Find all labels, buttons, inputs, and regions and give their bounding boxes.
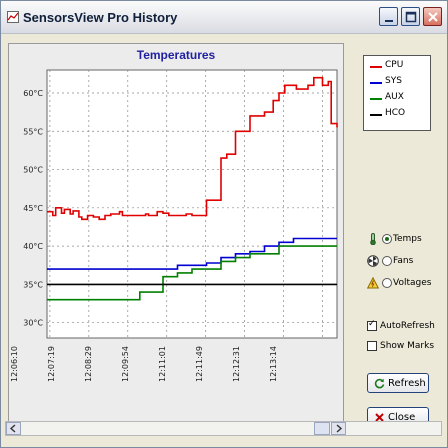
close-icon (428, 12, 438, 22)
minimize-button[interactable] (379, 7, 398, 26)
legend-label-cpu: CPU (385, 60, 404, 70)
scroll-thumb[interactable] (314, 422, 330, 435)
y-tick-label: 40°C (23, 242, 43, 251)
x-tick-label: 12:11:01 (158, 346, 167, 382)
autorefresh-checkbox-box[interactable] (367, 319, 377, 331)
temperature-chart: Temperatures 30°C 35°C 40°C 45°C 50°C 55°C 60°… (8, 43, 344, 427)
y-tick-label: 30°C (23, 319, 43, 328)
x-tick-label: 12:11:49 (195, 346, 204, 382)
fan-icon (367, 255, 379, 267)
y-tick-label: 45°C (23, 204, 43, 213)
plot-area (46, 69, 338, 339)
maximize-button[interactable] (401, 7, 420, 26)
x-tick-label: 12:08:29 (84, 346, 93, 382)
legend-label-aux: AUX (385, 92, 404, 102)
chevron-left-icon (9, 424, 16, 433)
chart-icon (7, 11, 19, 23)
horizontal-scrollbar[interactable] (5, 421, 442, 436)
showmarks-label: Show Marks (380, 341, 435, 351)
radio-temps-dot[interactable] (382, 234, 392, 244)
legend-swatch-sys (370, 82, 382, 84)
refresh-button[interactable]: Refresh (367, 373, 429, 393)
app-window: SensorsView Pro History Temperatures 30°… (0, 0, 448, 448)
y-tick-label: 60°C (23, 89, 43, 98)
autorefresh-label: AutoRefresh (380, 321, 435, 331)
thermometer-icon (370, 233, 376, 245)
minimize-icon (385, 20, 393, 22)
chevron-right-icon (336, 424, 343, 433)
close-window-button[interactable] (423, 7, 442, 26)
legend-swatch-cpu (370, 66, 382, 68)
lightning-icon (367, 277, 379, 289)
legend-label-hco: HCO (385, 108, 406, 118)
radio-fans-dot[interactable] (382, 256, 392, 266)
refresh-icon (374, 378, 385, 389)
radio-temps-label: Temps (393, 234, 422, 244)
showmarks-checkbox-box[interactable] (367, 341, 377, 351)
legend-label-sys: SYS (385, 76, 402, 86)
x-tick-label: 12:13:14 (269, 346, 278, 382)
radio-voltages-dot[interactable] (382, 278, 392, 288)
x-tick-label: 12:12:31 (232, 346, 241, 382)
maximize-icon (405, 11, 417, 23)
client-area: Temperatures 30°C 35°C 40°C 45°C 50°C 55°C 60°… (5, 35, 443, 435)
chart-canvas: 30°C 35°C 40°C 45°C 50°C 55°C 60°C 12:06:10 12:0… (10, 69, 338, 382)
radio-fans-label: Fans (393, 256, 414, 266)
radio-voltages-label: Voltages (393, 278, 432, 288)
chart-legend: CPU SYS AUX HCO (363, 55, 431, 131)
refresh-label: Refresh (388, 378, 426, 389)
scroll-left-button[interactable] (6, 422, 21, 435)
legend-swatch-aux (370, 98, 382, 100)
x-tick-label: 12:07:19 (47, 346, 56, 382)
y-tick-label: 55°C (23, 127, 43, 136)
window-title: SensorsView Pro History (23, 10, 178, 25)
x-tick-label: 12:09:54 (121, 346, 130, 382)
x-tick-label: 12:06:10 (10, 346, 19, 382)
y-tick-label: 35°C (23, 280, 43, 289)
title-bar[interactable]: SensorsView Pro History (1, 1, 447, 34)
scroll-right-button[interactable] (331, 422, 346, 435)
legend-swatch-hco (370, 114, 382, 116)
y-tick-label: 50°C (23, 166, 43, 175)
